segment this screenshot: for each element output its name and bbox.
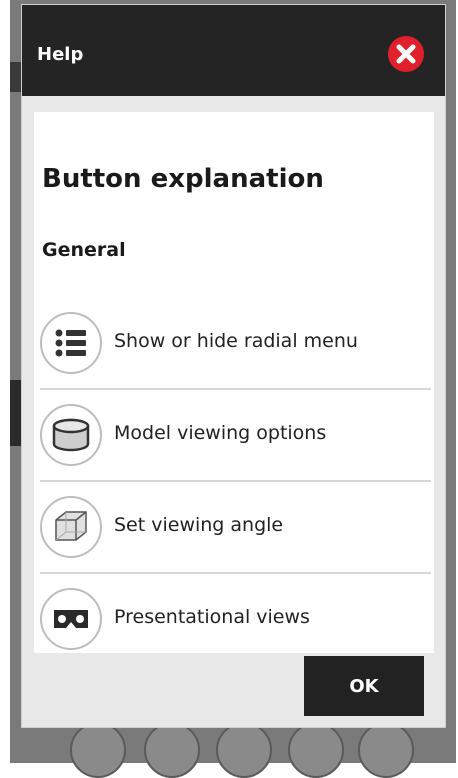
dialog-header: Help [22,5,445,96]
background-toolbar-buttons [70,722,420,778]
help-dialog: Help Button explanation General Show or … [22,5,445,727]
help-content[interactable]: Button explanation General Show or hide … [34,112,434,653]
background-info-button [358,722,414,778]
background-play-button [144,722,200,778]
dialog-title: Help [37,44,84,65]
page-title: Button explanation [42,164,324,194]
background-sun-button [288,722,344,778]
cube-icon [40,496,102,558]
list-item-radial-menu: Show or hide radial menu [40,300,431,390]
close-icon [396,44,416,64]
close-button[interactable] [388,36,424,72]
vr-goggles-icon [40,588,102,650]
section-title: General [42,239,126,261]
ok-button[interactable]: OK [304,656,424,716]
background-vr-button [216,722,272,778]
list-item-label: Model viewing options [114,422,327,444]
list-item-model-viewing: Model viewing options [40,392,431,482]
list-icon [40,312,102,374]
list-item-label: Show or hide radial menu [114,330,358,352]
list-item-label: Presentational views [114,606,310,628]
background-tool-button [70,722,126,778]
cylinder-icon [40,404,102,466]
list-item-label: Set viewing angle [114,514,284,536]
list-item-viewing-angle: Set viewing angle [40,484,431,574]
list-item-presentational-views: Presentational views [40,576,431,653]
